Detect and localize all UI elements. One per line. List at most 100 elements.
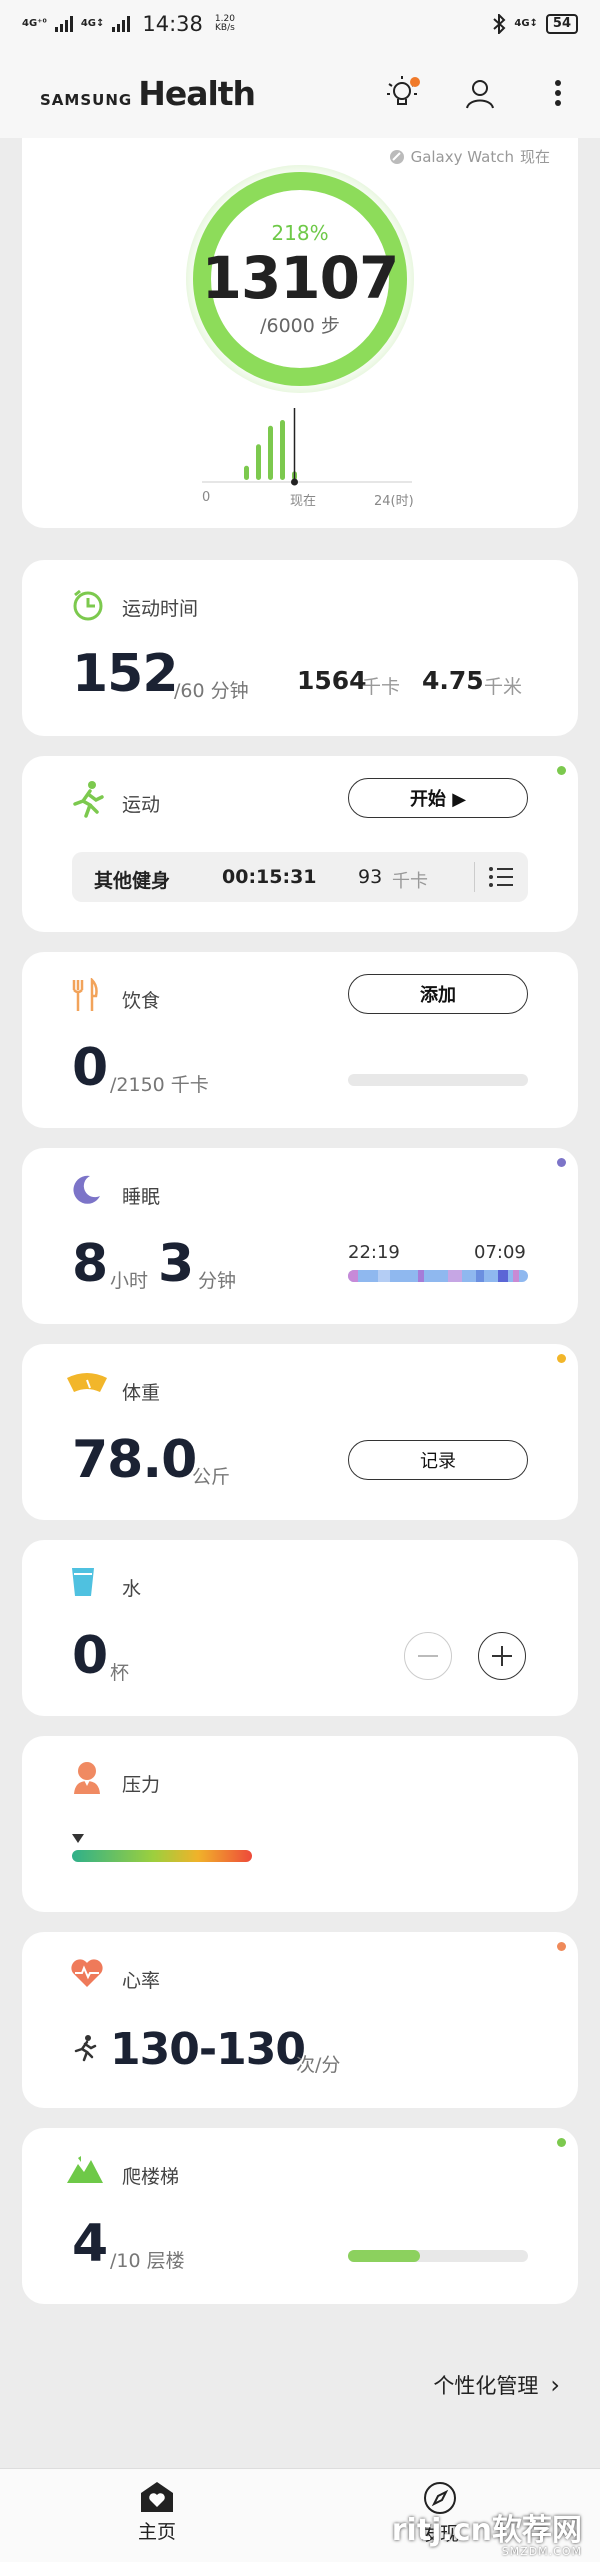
bluetooth-icon <box>493 14 506 34</box>
active-km: 4.75 <box>422 666 484 695</box>
chevron-right-icon: › <box>550 2371 560 2399</box>
row-divider <box>474 862 475 892</box>
moon-icon <box>73 1175 100 1204</box>
water-title: 水 <box>122 1578 142 1600</box>
status-bar: 4G⁺⁰ 4G↕ 14:38 1.20 KB/s 4G↕ 54 <box>0 0 600 48</box>
watch-icon <box>389 149 404 164</box>
app-bar: SAMSUNG Health <box>0 48 600 138</box>
device-name: Galaxy Watch <box>410 147 514 166</box>
heart-dot <box>557 1942 566 1951</box>
weight-value: 78.0 <box>72 1430 197 1490</box>
steps-card[interactable]: Galaxy Watch 现在 218% 13107 /6000 步 0 现在 … <box>22 138 578 528</box>
floors-dot <box>557 2138 566 2147</box>
sleep-hours: 8 <box>72 1234 108 1294</box>
tab-home[interactable]: 主页 <box>97 2481 217 2544</box>
notification-dot <box>410 77 420 87</box>
heart-rate-unit: 次/分 <box>296 2054 341 2076</box>
device-time: 现在 <box>519 148 550 166</box>
mountain-icon <box>67 2156 103 2183</box>
weight-unit: 公斤 <box>192 1466 231 1488</box>
sleep-minutes-unit: 分钟 <box>198 1270 237 1292</box>
scale-icon <box>67 1373 107 1392</box>
sleep-minutes: 3 <box>158 1234 194 1294</box>
food-card[interactable]: 饮食 添加 0 /2150 千卡 <box>22 952 578 1128</box>
watermark-text: ritj.cn软荐网 <box>391 2513 582 2548</box>
water-card[interactable]: 水 0 杯 <box>22 1540 578 1716</box>
food-title: 饮食 <box>122 990 161 1012</box>
profile-button[interactable] <box>460 73 500 113</box>
sleep-end-time: 07:09 <box>474 1242 526 1263</box>
active-goal: /60 分钟 <box>174 680 249 702</box>
more-options-button[interactable] <box>538 73 578 113</box>
tab-home-label: 主页 <box>137 2521 176 2543</box>
signal-2-icon <box>112 16 131 32</box>
active-minutes: 152 <box>72 644 179 704</box>
stopwatch-icon <box>73 589 103 621</box>
steps-percent: 218% <box>271 220 329 245</box>
stress-card[interactable]: 压力 <box>22 1736 578 1912</box>
personalize-link[interactable]: 个性化管理 › <box>433 2370 560 2400</box>
list-icon[interactable] <box>488 866 514 888</box>
food-progress-track <box>348 1074 528 1086</box>
sleep-stage-bar <box>348 1270 528 1282</box>
home-heart-icon <box>141 2482 173 2512</box>
battery-indicator: 54 <box>545 14 578 34</box>
water-value: 0 <box>72 1626 108 1686</box>
signal-3-label: 4G↕ <box>514 18 538 29</box>
running-icon <box>73 781 104 818</box>
water-increase-button[interactable] <box>478 1632 526 1680</box>
steps-goal: /6000 步 <box>260 314 340 337</box>
sleep-card[interactable]: 睡眠 8 小时 3 分钟 22:19 07:09 <box>22 1148 578 1324</box>
heart-rate-card[interactable]: 心率 130-130 次/分 <box>22 1932 578 2108</box>
net-speed: 1.20 KB/s <box>214 14 235 33</box>
minus-icon <box>418 1655 438 1657</box>
exercise-title: 运动 <box>122 794 161 816</box>
tips-button[interactable] <box>382 73 422 113</box>
steps-count: 13107 <box>201 243 400 312</box>
sleep-title: 睡眠 <box>122 1186 161 1208</box>
food-goal: /2150 千卡 <box>110 1074 209 1096</box>
active-time-card[interactable]: 运动时间 152 /60 分钟 1564 千卡 4.75 千米 <box>22 560 578 736</box>
active-time-title: 运动时间 <box>122 598 199 620</box>
floors-value: 4 <box>72 2214 108 2274</box>
start-exercise-button[interactable]: 开始 ▶ <box>348 778 528 818</box>
watermark-subtext: SMZDM.COM <box>501 2545 582 2558</box>
floors-title: 爬楼梯 <box>122 2166 180 2188</box>
sleep-dot <box>557 1158 566 1167</box>
sleep-hours-unit: 小时 <box>110 1270 149 1292</box>
water-decrease-button[interactable] <box>404 1632 452 1680</box>
weight-title: 体重 <box>122 1382 161 1404</box>
sleep-start-time: 22:19 <box>348 1242 400 1263</box>
floors-card[interactable]: 爬楼梯 4 /10 层楼 <box>22 2128 578 2304</box>
dashboard-scroll[interactable]: Galaxy Watch 现在 218% 13107 /6000 步 0 现在 … <box>0 138 600 2468</box>
stress-title: 压力 <box>122 1774 161 1796</box>
hourly-step-bar <box>280 420 285 480</box>
recent-exercise-duration: 00:15:31 <box>222 866 317 888</box>
hourly-step-bar <box>256 444 261 480</box>
food-value: 0 <box>72 1038 108 1098</box>
signal-1-label: 4G⁺⁰ <box>22 18 47 29</box>
weight-card[interactable]: 体重 78.0 公斤 记录 <box>22 1344 578 1520</box>
signal-2-label: 4G↕ <box>80 18 105 29</box>
signal-1-icon <box>54 16 73 32</box>
plus-icon <box>492 1646 512 1666</box>
recent-exercise-kcal: 93 <box>358 866 383 888</box>
hourly-step-bar <box>244 465 249 480</box>
steps-summary: 218% 13107 /6000 步 <box>185 164 415 394</box>
fork-knife-icon <box>72 978 98 1011</box>
add-food-button[interactable]: 添加 <box>348 974 528 1014</box>
recent-exercise-kcal-unit: 千卡 <box>392 871 428 892</box>
record-weight-button[interactable]: 记录 <box>348 1440 528 1480</box>
hourly-step-bar <box>268 425 273 480</box>
recent-exercise-row[interactable]: 其他健身 00:15:31 93 千卡 <box>72 852 528 902</box>
cup-icon <box>72 1568 94 1596</box>
floors-progress-track <box>348 2250 528 2262</box>
axis-end-label: 24(时) <box>374 494 414 509</box>
now-marker-dot <box>291 478 298 486</box>
floors-goal: /10 层楼 <box>110 2250 185 2272</box>
more-vertical-icon <box>555 80 561 106</box>
exercise-card[interactable]: 运动 开始 ▶ 其他健身 00:15:31 93 千卡 <box>22 756 578 932</box>
active-km-unit: 千米 <box>484 676 523 698</box>
person-icon <box>466 80 494 109</box>
weight-dot <box>557 1354 566 1363</box>
